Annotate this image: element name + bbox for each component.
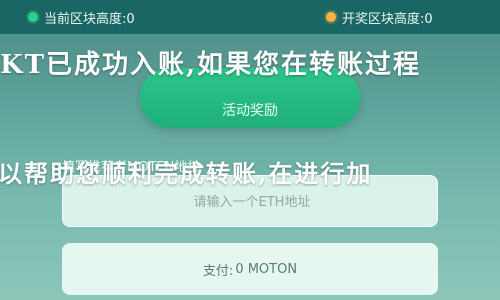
payment-row: 支付: 0 MOTON	[62, 243, 438, 295]
draw-block-label: 开奖区块高度:0	[342, 11, 433, 27]
draw-block-stat: 开奖区块高度:0	[326, 8, 433, 27]
status-dot-icon	[326, 12, 336, 22]
activity-reward-button[interactable]: 活动奖励	[140, 68, 360, 128]
current-block-stat: 当前区块高度:0	[28, 8, 135, 27]
payment-label: 支付:	[202, 263, 234, 279]
current-block-label: 当前区块高度:0	[44, 11, 135, 27]
status-dot-icon	[28, 12, 38, 22]
eth-address-input[interactable]	[63, 176, 441, 228]
referrer-address-hint: 填写推荐者MOTEN地址	[62, 160, 201, 175]
eth-address-field[interactable]	[62, 175, 441, 228]
block-height-bar: 当前区块高度:0 开奖区块高度:0	[0, 0, 500, 34]
payment-value: 0 MOTON	[235, 261, 298, 277]
